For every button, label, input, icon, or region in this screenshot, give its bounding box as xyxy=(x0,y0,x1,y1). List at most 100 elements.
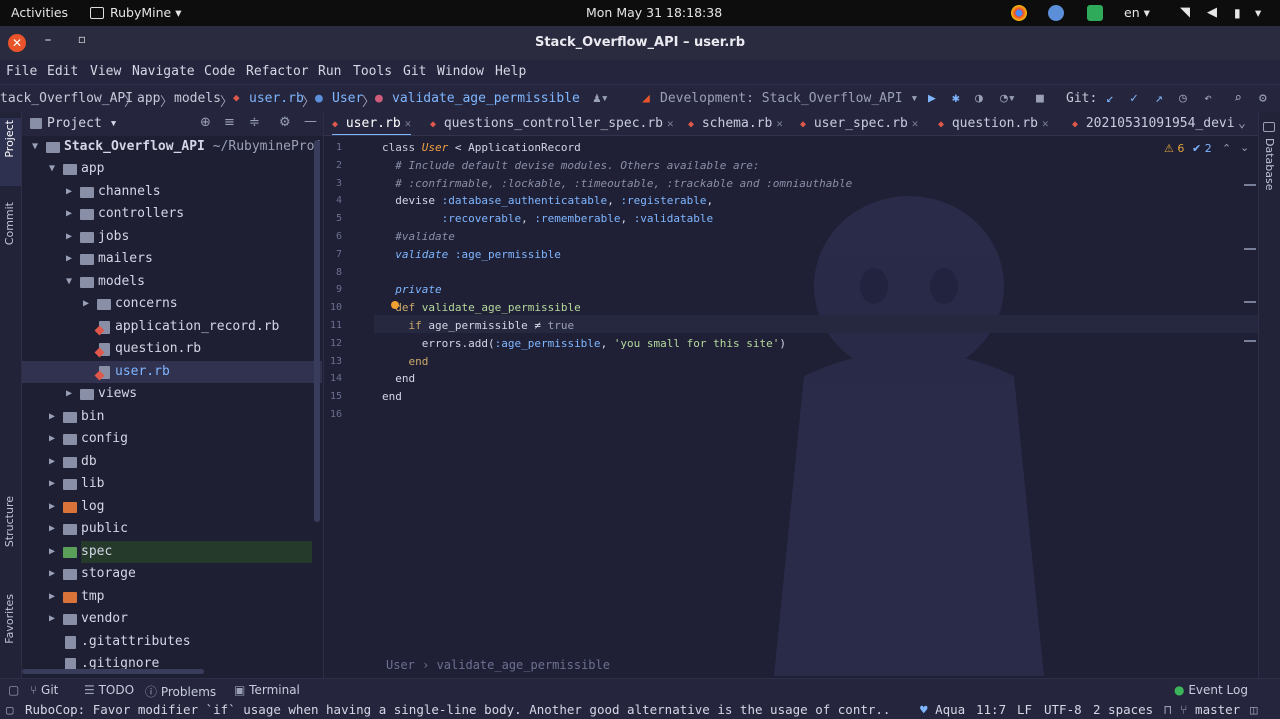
tree-item[interactable]: ▶ public xyxy=(22,518,322,540)
tree-item[interactable]: ▶ vendor xyxy=(22,608,322,630)
close-tab-icon[interactable]: ✕ xyxy=(776,117,783,130)
status-caret-position[interactable]: 11:7 xyxy=(976,702,1006,717)
scroll-marker[interactable] xyxy=(1244,184,1256,186)
code-line[interactable]: validate :age_permissible xyxy=(382,246,561,264)
chevron-right-icon[interactable]: ▶ xyxy=(83,293,93,315)
editor-tab[interactable]: ◆ question.rb ✕ xyxy=(938,112,1049,135)
rollback-icon[interactable]: ↶ xyxy=(1204,91,1212,106)
menu-window[interactable]: Window xyxy=(437,64,484,79)
status-git-branch[interactable]: ⑂ master xyxy=(1180,702,1240,717)
tree-item[interactable]: application_record.rb xyxy=(22,316,322,338)
nav-app[interactable]: app xyxy=(137,91,160,106)
tool-tab-database[interactable]: Database xyxy=(1263,138,1276,191)
editor-tab[interactable]: ◆ user_spec.rb ✕ xyxy=(800,112,919,135)
battery-icon[interactable]: ▮ xyxy=(1234,0,1241,26)
chevron-right-icon[interactable]: ▶ xyxy=(49,406,59,428)
tree-item[interactable]: .gitattributes xyxy=(22,631,322,653)
chevron-down-icon[interactable]: ⌄ xyxy=(1238,112,1246,135)
close-tab-icon[interactable]: ✕ xyxy=(1042,117,1049,130)
tree-item[interactable]: ▼ app xyxy=(22,158,322,180)
editor-tab[interactable]: ◆ 20210531091954_devi xyxy=(1072,112,1235,135)
tree-item[interactable]: ▶ views xyxy=(22,383,322,405)
debug-icon[interactable]: ✱ xyxy=(952,91,960,106)
search-icon[interactable]: ⌕ xyxy=(1234,91,1242,106)
tree-item[interactable]: ▶ lib xyxy=(22,473,322,495)
nav-project[interactable]: tack_Overflow_API xyxy=(0,91,133,106)
tree-item[interactable]: ▶ log xyxy=(22,496,322,518)
menu-help[interactable]: Help xyxy=(495,64,526,79)
code-editor[interactable]: 1 class User < ApplicationRecord 2 # Inclu… xyxy=(324,136,1258,678)
tree-item[interactable]: ▼ models xyxy=(22,271,322,293)
code-line[interactable]: errors.add(:age_permissible, 'you small … xyxy=(382,335,786,353)
network-sync-icon[interactable] xyxy=(1048,5,1064,21)
code-line[interactable]: private xyxy=(382,281,441,299)
tree-item[interactable]: question.rb xyxy=(22,338,322,360)
chevron-right-icon[interactable]: ▶ xyxy=(49,473,59,495)
tree-item[interactable]: ▶ controllers xyxy=(22,203,322,225)
chevron-right-icon[interactable]: ▶ xyxy=(49,428,59,450)
toggle-tool-windows-icon[interactable]: ▢ xyxy=(8,683,19,697)
status-theme[interactable]: ♥ Aqua xyxy=(920,702,965,717)
close-tab-icon[interactable]: ✕ xyxy=(912,117,919,130)
nav-file[interactable]: user.rb xyxy=(249,91,304,106)
code-line[interactable]: if age_permissible ≠ true xyxy=(382,317,575,335)
tree-item[interactable]: ▶ concerns xyxy=(22,293,322,315)
chevron-down-icon[interactable]: ▾ xyxy=(1255,0,1261,26)
expand-all-icon[interactable]: ≡ xyxy=(224,115,235,130)
profile-icon[interactable]: ◔▾ xyxy=(1000,91,1016,106)
volume-icon[interactable]: ◀ xyxy=(1207,0,1217,26)
status-message[interactable]: RuboCop: Favor modifier `if` usage when … xyxy=(25,702,895,717)
tree-item[interactable]: ▶ db xyxy=(22,451,322,473)
code-line[interactable]: #validate xyxy=(382,228,455,246)
code-line[interactable]: :recoverable, :rememberable, :validatabl… xyxy=(382,210,714,228)
hide-panel-icon[interactable]: — xyxy=(304,114,317,129)
tree-item[interactable]: ▶ mailers xyxy=(22,248,322,270)
chevron-right-icon[interactable]: ▶ xyxy=(49,541,59,563)
menu-edit[interactable]: Edit xyxy=(47,64,78,79)
stop-icon[interactable]: ■ xyxy=(1036,91,1044,106)
tree-horizontal-scrollbar[interactable] xyxy=(22,669,204,674)
code-line[interactable]: end xyxy=(382,353,429,371)
tree-item[interactable]: ▶ channels xyxy=(22,181,322,203)
tree-item[interactable]: ▶ config xyxy=(22,428,322,450)
menu-refactor[interactable]: Refactor xyxy=(246,64,309,79)
editor-tab[interactable]: ◆ schema.rb ✕ xyxy=(688,112,783,135)
tree-item-selected[interactable]: user.rb xyxy=(22,360,322,383)
scroll-marker[interactable] xyxy=(1244,301,1256,303)
nav-class[interactable]: User xyxy=(332,91,363,106)
menu-tools[interactable]: Tools xyxy=(353,64,392,79)
tool-tab-favorites[interactable]: Favorites xyxy=(3,594,16,644)
tree-root[interactable]: ▼ Stack_Overflow_API ~/RubymineProjec xyxy=(22,136,323,158)
menu-git[interactable]: Git xyxy=(403,64,426,79)
menu-view[interactable]: View xyxy=(90,64,121,79)
nav-models[interactable]: models xyxy=(174,91,221,106)
project-view-select[interactable]: Project ▾ xyxy=(47,116,117,131)
tool-tab-git[interactable]: ⑂ Git xyxy=(30,683,58,697)
code-line[interactable]: end xyxy=(382,370,415,388)
chevron-right-icon[interactable]: ▶ xyxy=(49,451,59,473)
chevron-right-icon[interactable]: ▶ xyxy=(49,586,59,608)
next-highlight-icon[interactable]: ⌄ xyxy=(1240,141,1249,154)
intention-bulb-icon[interactable] xyxy=(391,301,399,309)
tree-item[interactable]: ▶ tmp xyxy=(22,586,322,608)
history-icon[interactable]: ◷ xyxy=(1179,91,1187,106)
wifi-icon[interactable]: ◥ xyxy=(1180,0,1190,26)
settings-icon[interactable]: ⚙ xyxy=(1259,91,1267,106)
chevron-right-icon[interactable]: ▶ xyxy=(49,496,59,518)
chrome-icon[interactable] xyxy=(1011,5,1027,21)
chevron-right-icon[interactable]: ▶ xyxy=(49,518,59,540)
editor-tab[interactable]: ◆ user.rb ✕ xyxy=(332,112,412,135)
git-update-icon[interactable]: ↙ xyxy=(1106,91,1114,106)
lock-icon[interactable]: ⊓ xyxy=(1164,702,1172,717)
chevron-down-icon[interactable]: ▼ xyxy=(49,158,59,180)
code-line[interactable]: # Include default devise modules. Others… xyxy=(382,157,759,175)
chevron-right-icon[interactable]: ▶ xyxy=(66,203,76,225)
status-encoding[interactable]: UTF-8 xyxy=(1044,702,1082,717)
shield-icon[interactable] xyxy=(1087,5,1103,21)
code-line[interactable]: def validate_age_permissible xyxy=(382,299,580,317)
memory-indicator-icon[interactable]: ◫ xyxy=(1250,702,1258,717)
prev-highlight-icon[interactable]: ⌃ xyxy=(1222,142,1231,155)
tool-tab-commit[interactable]: Commit xyxy=(3,202,16,245)
tool-tab-project[interactable]: Project xyxy=(3,120,16,158)
chevron-right-icon[interactable]: ▶ xyxy=(49,563,59,585)
